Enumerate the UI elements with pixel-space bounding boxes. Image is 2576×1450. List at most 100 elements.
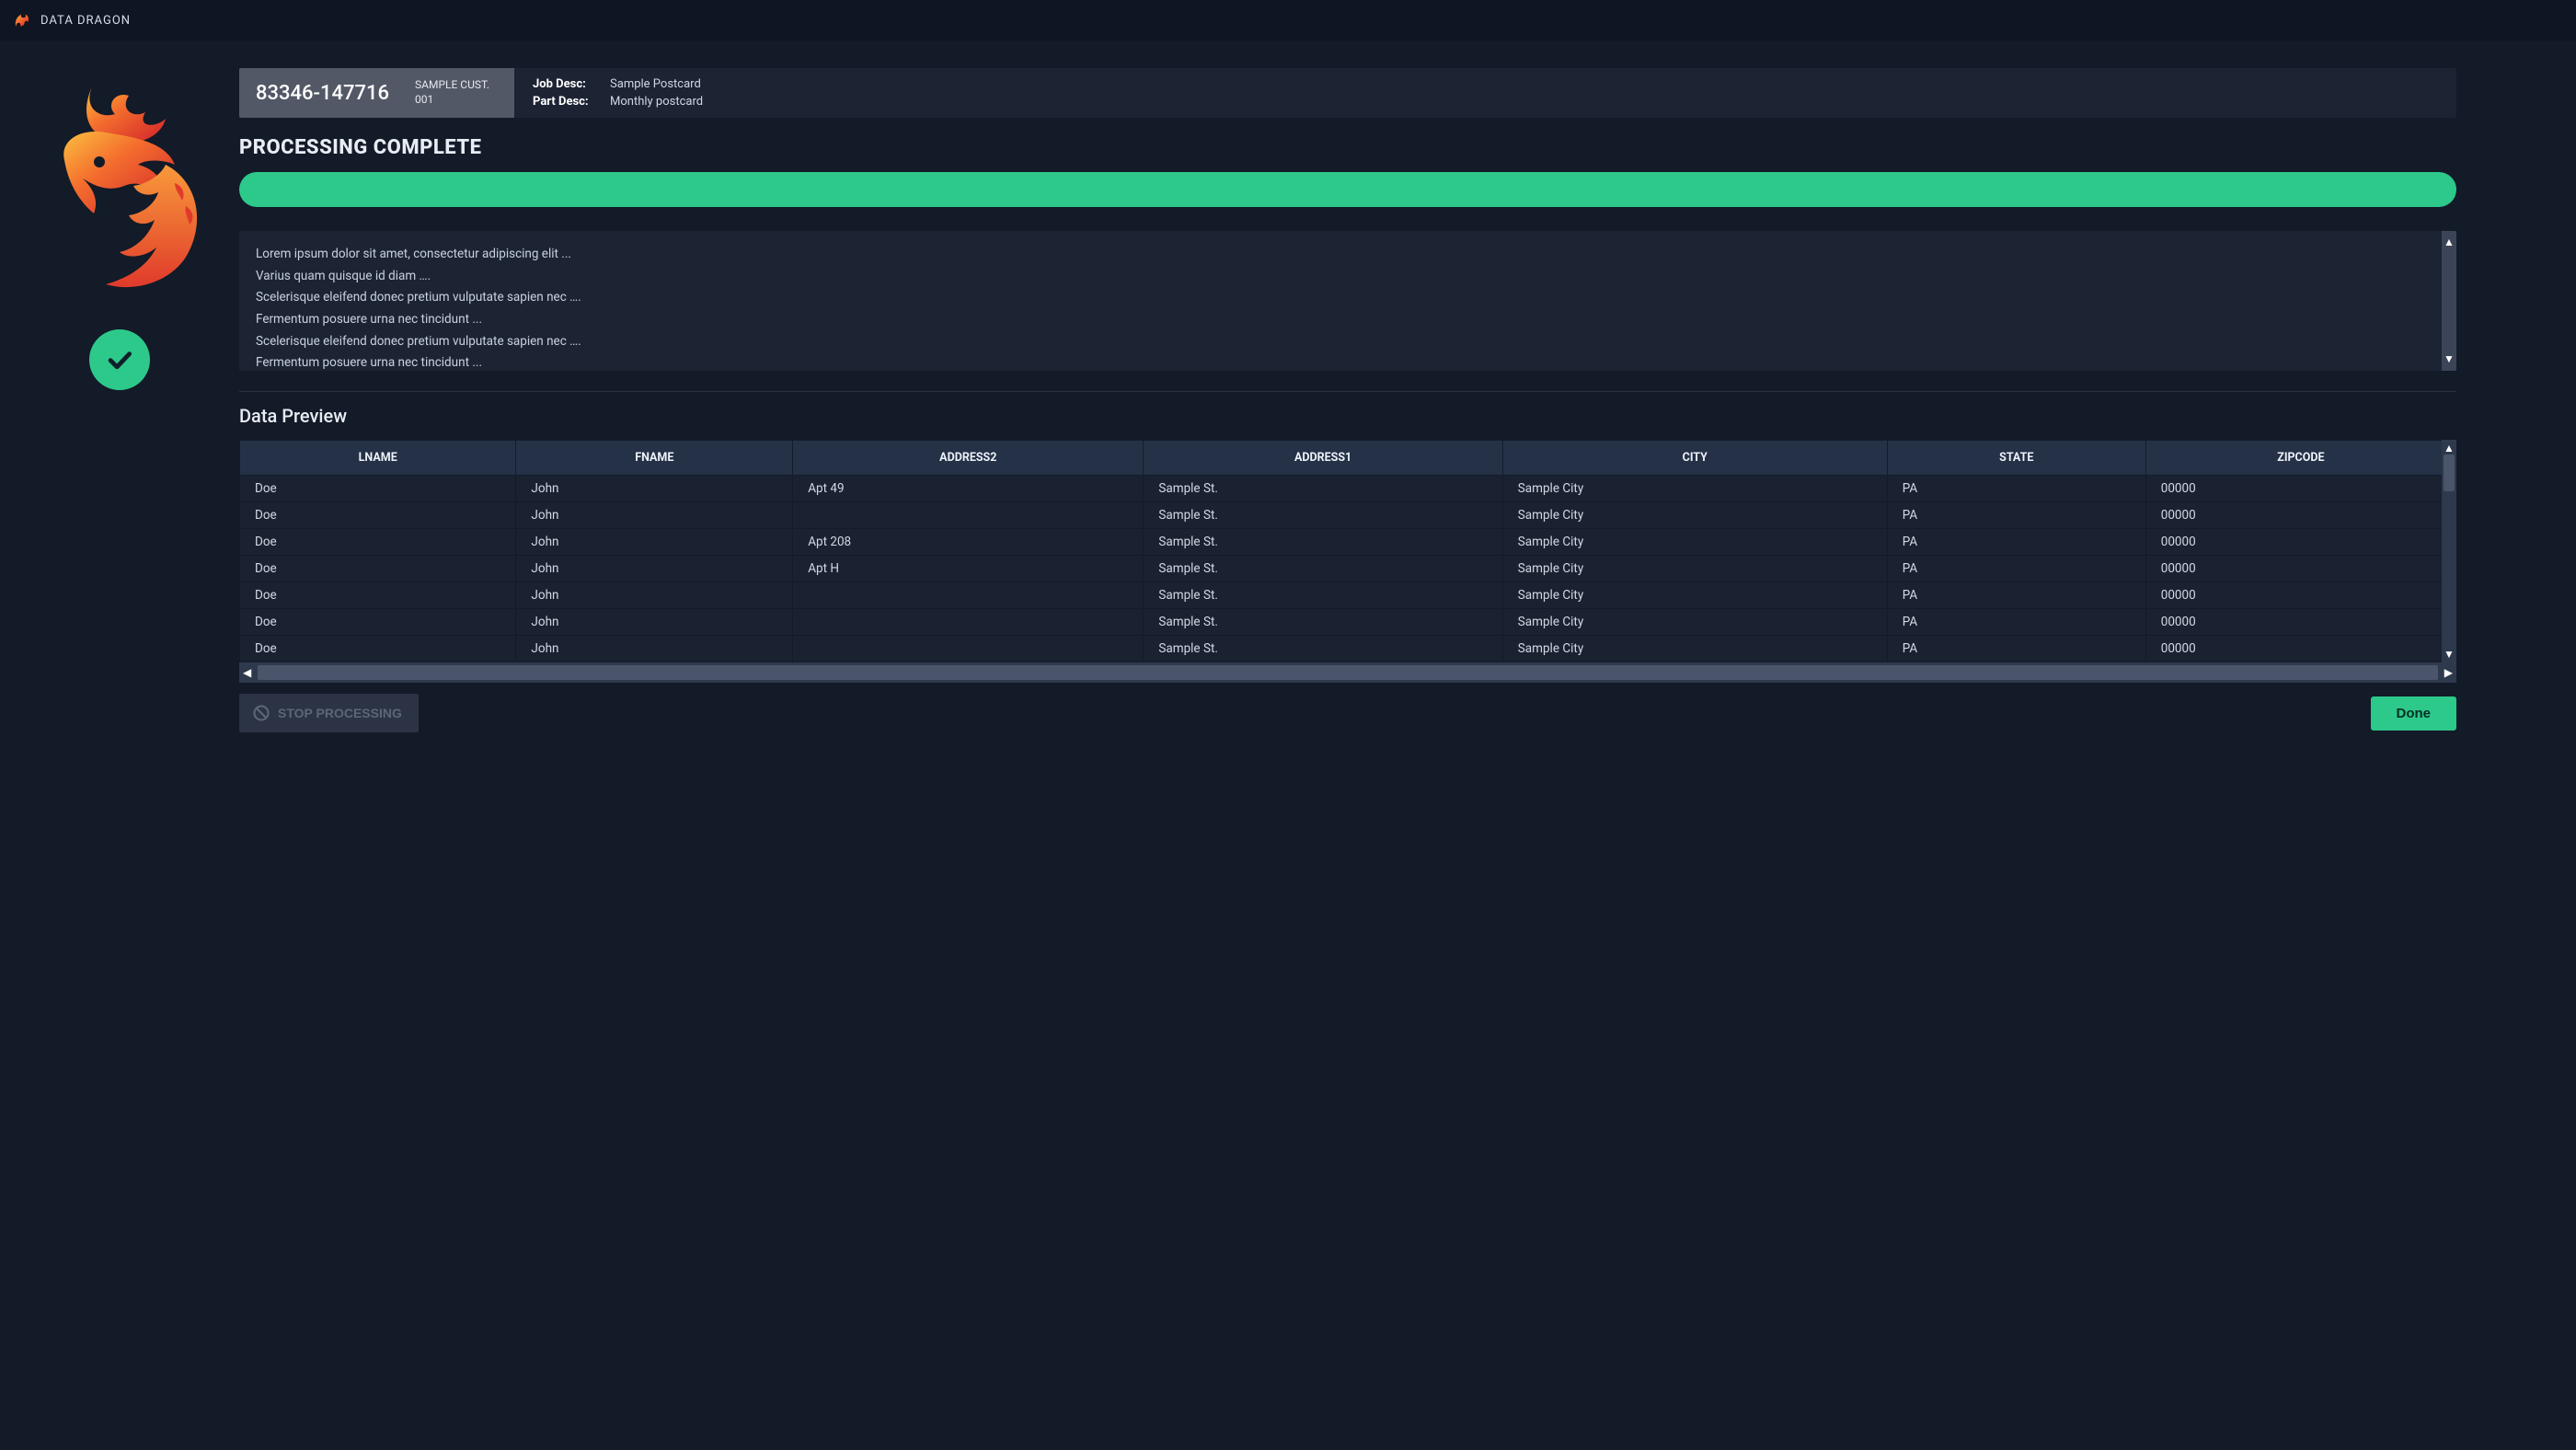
table-row[interactable]: DoeJohnApt HSample St.Sample CityPA00000 bbox=[240, 556, 2456, 582]
scroll-left-icon[interactable]: ◀ bbox=[243, 666, 251, 679]
table-cell: John bbox=[516, 636, 793, 662]
log-lines: Lorem ipsum dolor sit amet, consectetur … bbox=[256, 244, 2440, 371]
divider bbox=[239, 391, 2456, 392]
table-header-cell[interactable]: CITY bbox=[1502, 441, 1887, 476]
sidebar bbox=[0, 40, 239, 742]
table-cell: 00000 bbox=[2145, 556, 2455, 582]
log-panel: Lorem ipsum dolor sit amet, consectetur … bbox=[239, 231, 2456, 371]
preview-table-wrap: LNAMEFNAMEADDRESS2ADDRESS1CITYSTATEZIPCO… bbox=[239, 440, 2456, 683]
table-cell: 00000 bbox=[2145, 476, 2455, 502]
log-line: Lorem ipsum dolor sit amet, consectetur … bbox=[256, 244, 2440, 266]
table-header-cell[interactable]: LNAME bbox=[240, 441, 516, 476]
progress-bar bbox=[239, 172, 2456, 207]
table-cell: PA bbox=[1887, 609, 2145, 636]
table-cell: 00000 bbox=[2145, 529, 2455, 556]
table-cell: Sample St. bbox=[1144, 529, 1502, 556]
table-cell: Doe bbox=[240, 556, 516, 582]
success-check-icon bbox=[89, 329, 150, 390]
done-button[interactable]: Done bbox=[2371, 696, 2457, 731]
scrollbar-thumb[interactable] bbox=[258, 665, 2438, 680]
table-row[interactable]: DoeJohnSample St.Sample CityPA00000 bbox=[240, 582, 2456, 609]
scrollbar-thumb[interactable] bbox=[2444, 455, 2455, 491]
log-line: Scelerisque eleifend donec pretium vulpu… bbox=[256, 287, 2440, 309]
scroll-right-icon[interactable]: ▶ bbox=[2444, 666, 2453, 679]
table-row[interactable]: DoeJohnSample St.Sample CityPA00000 bbox=[240, 609, 2456, 636]
table-cell bbox=[793, 636, 1144, 662]
table-cell: PA bbox=[1887, 502, 2145, 529]
table-horizontal-scrollbar[interactable]: ◀ ▶ bbox=[239, 662, 2456, 683]
table-cell bbox=[793, 609, 1144, 636]
table-cell: Sample City bbox=[1502, 609, 1887, 636]
done-button-label: Done bbox=[2397, 706, 2432, 721]
table-cell bbox=[793, 582, 1144, 609]
table-row[interactable]: DoeJohnApt 208Sample St.Sample CityPA000… bbox=[240, 529, 2456, 556]
log-line: Varius quam quisque id diam …. bbox=[256, 266, 2440, 288]
table-cell: Sample City bbox=[1502, 529, 1887, 556]
table-cell: John bbox=[516, 476, 793, 502]
table-row[interactable]: DoeJohn Sample St.Sample CityPA00000 bbox=[240, 502, 2456, 529]
table-cell: Sample City bbox=[1502, 582, 1887, 609]
table-vertical-scrollbar[interactable]: ▲ ▼ bbox=[2442, 440, 2456, 662]
table-cell: John bbox=[516, 582, 793, 609]
scroll-up-icon[interactable]: ▲ bbox=[2444, 442, 2455, 455]
stop-icon bbox=[252, 704, 270, 722]
table-header-cell[interactable]: ZIPCODE bbox=[2145, 441, 2455, 476]
scroll-down-icon[interactable]: ▼ bbox=[2444, 648, 2455, 661]
table-cell: PA bbox=[1887, 556, 2145, 582]
table-cell: Sample St. bbox=[1144, 502, 1502, 529]
table-cell: John bbox=[516, 502, 793, 529]
table-cell: John bbox=[516, 556, 793, 582]
table-cell: Sample St. bbox=[1144, 636, 1502, 662]
app-header: DATA DRAGON bbox=[0, 0, 2576, 40]
table-header-cell[interactable]: FNAME bbox=[516, 441, 793, 476]
part-desc-row: Part Desc: Monthly postcard bbox=[533, 95, 703, 109]
log-line: Scelerisque eleifend donec pretium vulpu… bbox=[256, 331, 2440, 353]
table-header-cell[interactable]: STATE bbox=[1887, 441, 2145, 476]
table-cell: 00000 bbox=[2145, 582, 2455, 609]
job-desc-value: Sample Postcard bbox=[610, 77, 701, 91]
part-desc-label: Part Desc: bbox=[533, 95, 599, 109]
job-desc-row: Job Desc: Sample Postcard bbox=[533, 77, 703, 91]
table-row[interactable]: DoeJohnApt 49Sample St.Sample CityPA0000… bbox=[240, 476, 2456, 502]
log-scrollbar[interactable]: ▲ ▼ bbox=[2442, 231, 2456, 371]
table-cell: PA bbox=[1887, 529, 2145, 556]
app-title: DATA DRAGON bbox=[40, 14, 131, 28]
job-id-box: 83346-147716 SAMPLE CUST. 001 bbox=[239, 68, 514, 118]
table-cell: 00000 bbox=[2145, 502, 2455, 529]
table-cell: Apt 208 bbox=[793, 529, 1144, 556]
table-cell: Sample City bbox=[1502, 502, 1887, 529]
data-preview-title: Data Preview bbox=[239, 405, 2576, 427]
job-info-bar: 83346-147716 SAMPLE CUST. 001 Job Desc: … bbox=[239, 68, 2456, 118]
scroll-up-icon[interactable]: ▲ bbox=[2444, 233, 2455, 252]
main-content: 83346-147716 SAMPLE CUST. 001 Job Desc: … bbox=[239, 40, 2576, 742]
app-logo-icon bbox=[11, 10, 31, 30]
table-cell: PA bbox=[1887, 476, 2145, 502]
table-cell: Doe bbox=[240, 529, 516, 556]
table-cell: Sample St. bbox=[1144, 476, 1502, 502]
table-cell: Sample St. bbox=[1144, 556, 1502, 582]
table-cell: Sample St. bbox=[1144, 609, 1502, 636]
table-header-cell[interactable]: ADDRESS1 bbox=[1144, 441, 1502, 476]
table-cell: 00000 bbox=[2145, 636, 2455, 662]
preview-table: LNAMEFNAMEADDRESS2ADDRESS1CITYSTATEZIPCO… bbox=[239, 440, 2456, 662]
scroll-down-icon[interactable]: ▼ bbox=[2444, 350, 2455, 369]
table-header-row: LNAMEFNAMEADDRESS2ADDRESS1CITYSTATEZIPCO… bbox=[240, 441, 2456, 476]
table-cell bbox=[793, 502, 1144, 529]
part-desc-value: Monthly postcard bbox=[610, 95, 703, 109]
table-cell: Sample City bbox=[1502, 556, 1887, 582]
table-cell: PA bbox=[1887, 636, 2145, 662]
job-desc-label: Job Desc: bbox=[533, 77, 599, 91]
dragon-logo-icon bbox=[28, 77, 212, 298]
table-header-cell[interactable]: ADDRESS2 bbox=[793, 441, 1144, 476]
table-cell: Sample City bbox=[1502, 476, 1887, 502]
table-cell: Doe bbox=[240, 582, 516, 609]
table-cell: Doe bbox=[240, 636, 516, 662]
job-number: 83346-147716 bbox=[256, 82, 389, 105]
table-cell: Apt H bbox=[793, 556, 1144, 582]
log-line: Fermentum posuere urna nec tincidunt ... bbox=[256, 352, 2440, 371]
status-title: PROCESSING COMPLETE bbox=[239, 136, 2576, 159]
table-row[interactable]: DoeJohnSample St.Sample CityPA00000 bbox=[240, 636, 2456, 662]
table-cell: Doe bbox=[240, 476, 516, 502]
table-cell: John bbox=[516, 609, 793, 636]
table-cell: Doe bbox=[240, 502, 516, 529]
